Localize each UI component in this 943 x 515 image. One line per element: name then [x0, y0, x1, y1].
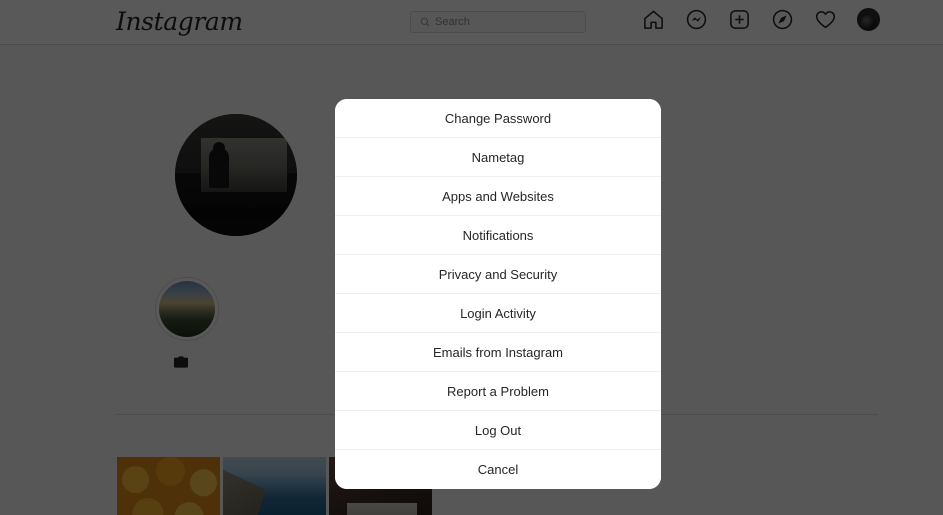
- settings-option-nametag[interactable]: Nametag: [335, 138, 661, 177]
- settings-option-change-password[interactable]: Change Password: [335, 99, 661, 138]
- settings-option-notifications[interactable]: Notifications: [335, 216, 661, 255]
- settings-option-apps-and-websites[interactable]: Apps and Websites: [335, 177, 661, 216]
- settings-option-login-activity[interactable]: Login Activity: [335, 294, 661, 333]
- instagram-profile-screen: Instagram Search: [0, 0, 943, 515]
- settings-option-cancel[interactable]: Cancel: [335, 450, 661, 489]
- settings-option-emails-from-instagram[interactable]: Emails from Instagram: [335, 333, 661, 372]
- settings-option-privacy-and-security[interactable]: Privacy and Security: [335, 255, 661, 294]
- settings-option-log-out[interactable]: Log Out: [335, 411, 661, 450]
- settings-options-dialog: Change Password Nametag Apps and Websites N…: [335, 99, 661, 489]
- settings-option-report-a-problem[interactable]: Report a Problem: [335, 372, 661, 411]
